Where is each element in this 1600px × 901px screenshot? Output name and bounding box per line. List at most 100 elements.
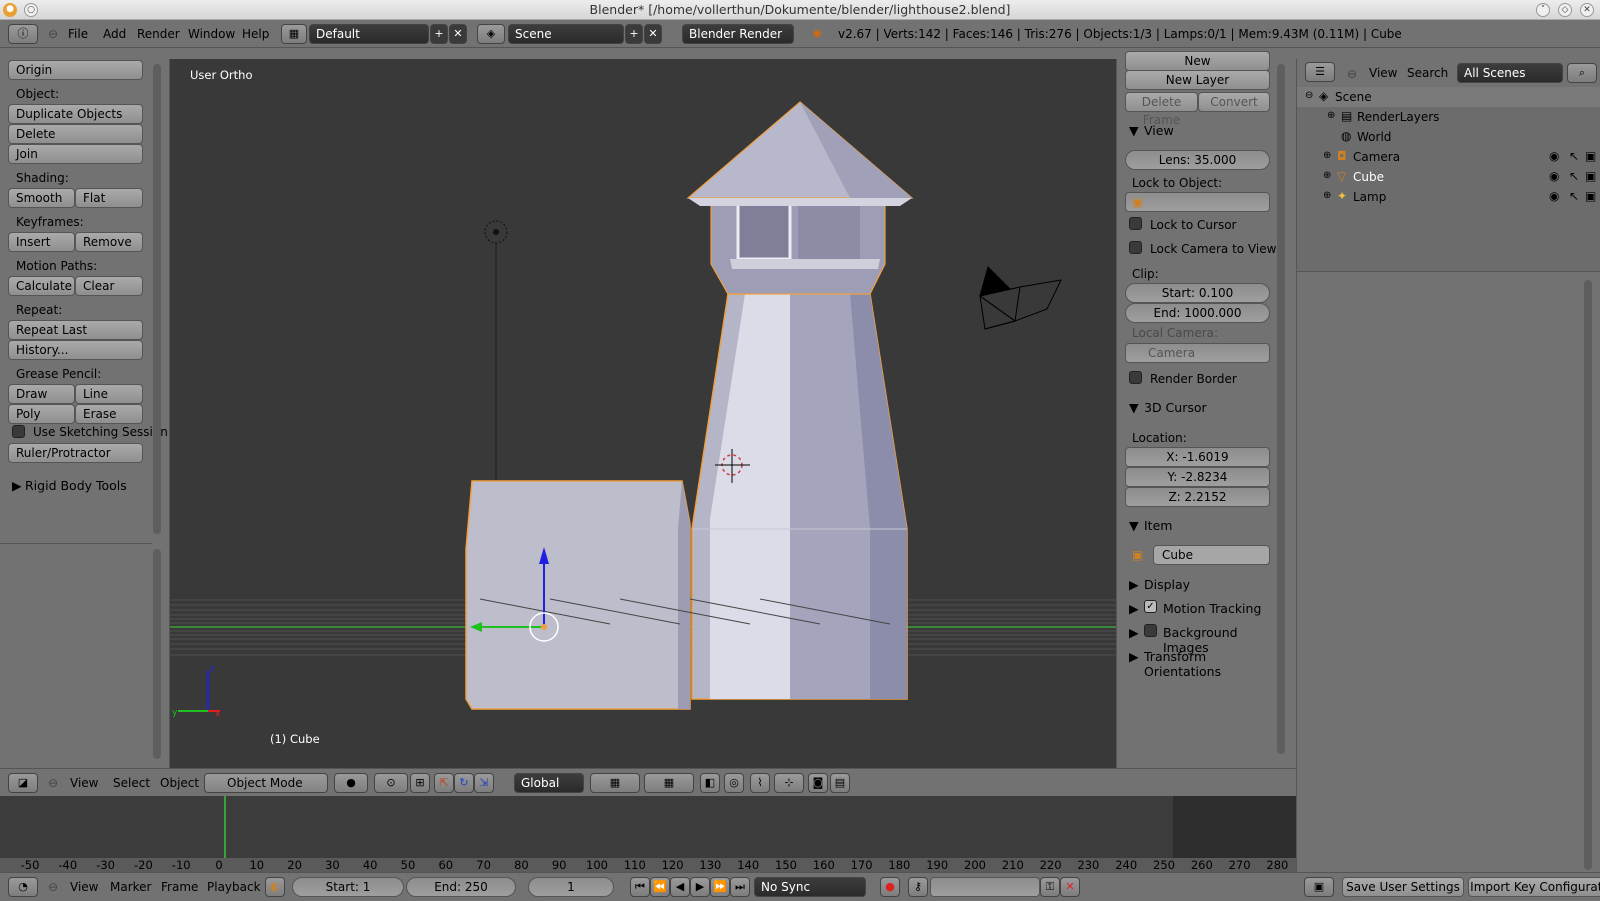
render-camera-icon[interactable]: ▣ (1585, 169, 1596, 183)
background-images-checkbox[interactable] (1144, 624, 1157, 637)
menu-file[interactable]: File (68, 20, 88, 48)
expand-icon[interactable]: ⊕ (1327, 110, 1335, 121)
scene-toggle-icon[interactable]: ⊖ (1305, 90, 1313, 101)
background-images-expand-icon[interactable]: ▶ (1129, 625, 1139, 640)
remove-scene-icon[interactable]: ✕ (644, 24, 662, 44)
outliner-row-lamp[interactable]: ⊕ ✦ Lamp ◉ ↖ ▣ (1297, 187, 1600, 207)
cursor-panel-header[interactable]: 3D Cursor (1144, 400, 1207, 415)
start-frame-field[interactable]: Start: 1 (292, 877, 404, 897)
draw-button[interactable]: Draw (8, 384, 75, 404)
playback-menu[interactable]: Playback (207, 873, 261, 901)
select-cursor-icon[interactable]: ↖ (1569, 169, 1579, 183)
outliner-editor-icon[interactable]: ☰ (1305, 62, 1335, 82)
scene-icon[interactable]: ◈ (477, 24, 505, 44)
insert-keyframe-button[interactable]: Insert (8, 232, 75, 252)
delete-key-icon[interactable]: ✕ (1060, 877, 1080, 897)
view-panel-header[interactable]: View (1144, 123, 1174, 138)
timeline-ruler[interactable]: -50 -40 -30 -20 -10 0 10 20 30 40 50 60 70 80 90 100 110… (0, 858, 1296, 872)
outliner-row-world[interactable]: ◍ World (1297, 127, 1600, 147)
editor-scrollbar[interactable] (1584, 280, 1592, 870)
outliner-row-renderlayers[interactable]: ⊕ ▤ RenderLayers (1297, 107, 1600, 127)
visibility-eye-icon[interactable]: ◉ (1549, 189, 1559, 203)
visibility-eye-icon[interactable]: ◉ (1549, 149, 1559, 163)
ruler-protractor-button[interactable]: Ruler/Protractor (8, 443, 143, 463)
keying-set-field[interactable] (930, 877, 1040, 897)
marker-menu[interactable]: Marker (110, 873, 151, 901)
transform-orientations-expand-icon[interactable]: ▶ (1129, 649, 1139, 664)
scene-layers-2-icon[interactable]: ▦ (644, 773, 694, 793)
outliner-search-menu[interactable]: Search (1407, 59, 1448, 87)
expand-icon[interactable]: ⊕ (1323, 150, 1331, 161)
interaction-mode-select[interactable]: Object Mode (204, 773, 328, 793)
new-layer-button[interactable]: New Layer (1125, 70, 1270, 90)
duplicate-objects-button[interactable]: Duplicate Objects (8, 104, 143, 124)
lock-cursor-checkbox[interactable] (1129, 217, 1142, 230)
remove-keyframe-button[interactable]: Remove (75, 232, 143, 252)
visibility-eye-icon[interactable]: ◉ (1549, 169, 1559, 183)
flat-button[interactable]: Flat (75, 188, 143, 208)
minimize-icon[interactable]: ˅ (1536, 3, 1550, 17)
preview-range-icon[interactable]: ◐ (265, 877, 285, 897)
viewport-shading-icon[interactable]: ● (334, 773, 368, 793)
lens-field[interactable]: Lens: 35.000 (1125, 150, 1270, 170)
motion-tracking-checkbox[interactable]: ✓ (1144, 600, 1157, 613)
scenes-select[interactable]: All Scenes (1457, 63, 1563, 83)
snap-element-icon[interactable]: ⊹ (774, 773, 804, 793)
expand-icon[interactable]: ⊕ (1323, 190, 1331, 201)
repeat-last-button[interactable]: Repeat Last (8, 320, 143, 340)
save-user-settings-button[interactable]: Save User Settings (1342, 877, 1464, 897)
lock-camera-checkbox[interactable] (1129, 241, 1142, 254)
outliner-row-cube[interactable]: ⊕ ▽ Cube ◉ ↖ ▣ (1297, 167, 1600, 187)
operator-panel-scrollbar[interactable] (153, 549, 161, 759)
scene-canvas[interactable]: z y x (170, 59, 1116, 768)
view-header-collapse-icon[interactable]: ⊖ (48, 769, 58, 797)
history-button[interactable]: History... (8, 340, 143, 360)
calculate-button[interactable]: Calculate (8, 276, 75, 296)
proportional-edit-icon[interactable]: ◎ (724, 773, 744, 793)
record-icon[interactable]: ● (880, 877, 900, 897)
remove-layout-icon[interactable]: ✕ (449, 24, 467, 44)
layer-lock-icon[interactable]: ◧ (700, 773, 720, 793)
local-camera-field[interactable]: Camera (1125, 343, 1270, 363)
clear-button[interactable]: Clear (75, 276, 143, 296)
window-menu-icon[interactable]: ○ (24, 3, 38, 17)
jump-key-back-icon[interactable]: ⏪ (650, 877, 670, 897)
expand-icon[interactable]: ⊕ (1323, 170, 1331, 181)
cursor-panel-collapse-icon[interactable]: ▼ (1129, 400, 1139, 415)
sketching-checkbox[interactable] (12, 425, 25, 438)
cursor-z-field[interactable]: Z: 2.2152 (1125, 487, 1270, 507)
add-scene-icon[interactable]: + (625, 24, 643, 44)
import-key-config-button[interactable]: Import Key Configurati (1468, 877, 1600, 897)
erase-button[interactable]: Erase (75, 404, 143, 424)
timeline-view-menu[interactable]: View (70, 873, 98, 901)
render-engine-select[interactable]: Blender Render (682, 24, 794, 44)
outliner-row-scene[interactable]: ⊖ ◈ Scene (1297, 87, 1600, 107)
convert-button[interactable]: Convert (1198, 92, 1270, 112)
outliner-collapse-icon[interactable]: ⊖ (1347, 60, 1357, 88)
collapse-menu-icon[interactable]: ⊖ (48, 20, 58, 48)
editor-type-icon[interactable]: ⓘ (8, 24, 38, 44)
timeline-area[interactable] (0, 796, 1296, 858)
snap-toggle-icon[interactable]: ⌇ (750, 773, 770, 793)
display-panel-expand-icon[interactable]: ▶ (1129, 577, 1139, 592)
properties-scrollbar[interactable] (1277, 64, 1285, 754)
manipulator-translate-icon[interactable]: ⇱ (434, 773, 454, 793)
screen-layout-icon[interactable]: ▦ (281, 24, 307, 44)
select-menu[interactable]: Select (113, 769, 150, 797)
tool-shelf-scrollbar[interactable] (153, 64, 161, 534)
poly-button[interactable]: Poly (8, 404, 75, 424)
menu-add[interactable]: Add (103, 20, 126, 48)
render-border-checkbox[interactable] (1129, 371, 1142, 384)
manipulator-scale-icon[interactable]: ⇲ (474, 773, 494, 793)
jump-key-forward-icon[interactable]: ⏩ (710, 877, 730, 897)
display-panel-header[interactable]: Display (1144, 577, 1190, 592)
smooth-button[interactable]: Smooth (8, 188, 75, 208)
insert-key-icon[interactable]: ⚿ (1040, 877, 1060, 897)
manipulator-rotate-icon[interactable]: ↻ (454, 773, 474, 793)
item-panel-header[interactable]: Item (1144, 518, 1172, 533)
item-name-field[interactable]: Cube (1153, 545, 1270, 565)
play-icon[interactable]: ▶ (690, 877, 710, 897)
current-frame-indicator[interactable] (224, 796, 226, 858)
play-reverse-icon[interactable]: ◀ (670, 877, 690, 897)
transform-orientations-header[interactable]: Transform Orientations (1144, 649, 1286, 679)
